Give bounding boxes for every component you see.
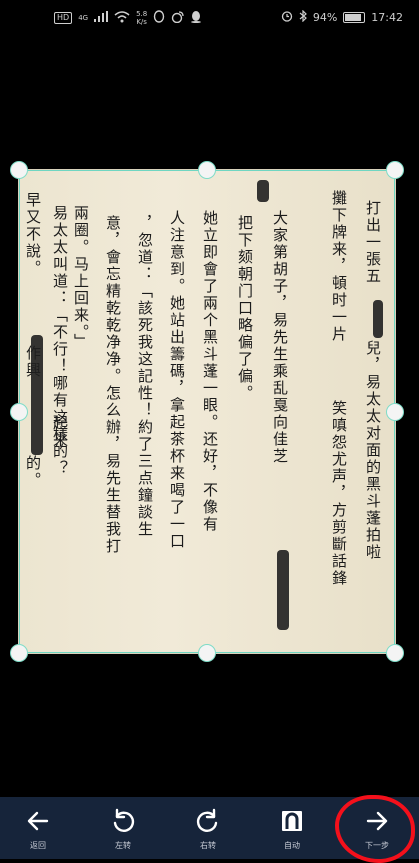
crop-handle-middle-right[interactable]: [386, 402, 404, 421]
status-right: 94% 17:42: [281, 9, 403, 25]
text-column-8: 意，會忘精乾乾净净。怎么辦，易先生替我打: [104, 215, 122, 555]
crop-handle-middle-left[interactable]: [10, 402, 28, 421]
speed-value: 5.8: [136, 10, 148, 18]
text-column-6: 人注意到。她站出籌碼，拿起茶杯来喝了一口: [168, 210, 186, 550]
next-step-label: 下一步: [365, 841, 389, 850]
signal-icon: [94, 11, 109, 25]
crop-handle-bottom-right[interactable]: [386, 644, 404, 662]
text-column-1-lower: 兒，易太太对面的黑斗蓬拍啦: [364, 340, 382, 561]
text-column-11-end: 的。: [24, 455, 42, 489]
alarm-icon: [281, 10, 293, 25]
rotate-right-label: 右转: [200, 841, 216, 850]
bluetooth-icon: [299, 9, 307, 25]
auto-crop-label: 自动: [284, 841, 300, 850]
ink-blot: [277, 550, 289, 630]
hd-badge: HD: [54, 12, 73, 24]
arrow-right-icon: [366, 811, 388, 831]
penguin-icon: [153, 10, 165, 26]
ink-blot: [373, 300, 383, 338]
document-image: 打出一張五 兒，易太太对面的黑斗蓬拍啦 攤下牌来，頓时一片 笑嗔怨尤声，方剪斷話…: [19, 170, 395, 653]
crop-handle-top-left[interactable]: [10, 161, 28, 179]
qq-icon: [190, 10, 202, 26]
text-column-9: 兩圈。马上回来。」: [72, 205, 90, 351]
crop-handle-bottom-center[interactable]: [198, 644, 216, 662]
network-type: 4G: [78, 14, 89, 22]
text-column-2: 攤下牌来，頓时一片: [330, 190, 348, 343]
rotate-left-icon: [113, 808, 135, 832]
text-column-10-lower: 起来: [51, 415, 69, 449]
text-column-5: 她立即會了兩个黑斗蓬一眼。还好，不像有: [201, 210, 219, 533]
auto-crop-icon: [282, 811, 302, 831]
back-label: 返回: [30, 841, 46, 850]
battery-percent: 94%: [312, 11, 338, 24]
network-speed: 5.8 K/s: [136, 10, 147, 26]
text-column-7: ，忽道：「該死我这記性！約了三点鐘談生: [136, 215, 154, 538]
crop-handle-top-right[interactable]: [386, 161, 404, 179]
text-column-4: 把下颏朝门口略偏了偏。: [236, 215, 254, 402]
status-left: HD 4G 5.8 K/s: [54, 10, 202, 26]
text-column-2-lower: 笑嗔怨尤声，方剪斷話鋒: [330, 400, 348, 587]
wifi-icon: [114, 10, 130, 26]
text-column-1: 打出一張五: [364, 200, 382, 285]
crop-handle-top-center[interactable]: [198, 161, 216, 179]
weibo-icon: [171, 10, 184, 26]
next-step-button[interactable]: 下一步: [347, 797, 407, 859]
battery-icon: [343, 12, 366, 23]
arrow-left-icon: [27, 811, 49, 831]
text-column-11: 早又不說。: [24, 192, 42, 277]
bottom-toolbar: 返回 左转 右转 自动 下一步: [0, 797, 419, 859]
speed-unit: K/s: [136, 18, 147, 26]
rotate-left-button[interactable]: 左转: [93, 797, 153, 859]
rotate-right-button[interactable]: 右转: [178, 797, 238, 859]
battery-fill: [345, 14, 362, 21]
auto-crop-button[interactable]: 自动: [262, 797, 322, 859]
back-button[interactable]: 返回: [8, 797, 68, 859]
ink-blot: [257, 180, 269, 202]
ink-blot: [31, 335, 43, 455]
rotate-left-label: 左转: [115, 841, 131, 850]
status-bar: HD 4G 5.8 K/s 94% 17:42: [0, 0, 419, 38]
rotate-right-icon: [196, 808, 218, 832]
crop-handle-bottom-left[interactable]: [10, 644, 28, 662]
clock: 17:42: [371, 11, 403, 24]
crop-area[interactable]: 打出一張五 兒，易太太对面的黑斗蓬拍啦 攤下牌来，頓时一片 笑嗔怨尤声，方剪斷話…: [10, 161, 404, 662]
text-column-3: 大家第胡子，易先生乘乱戛向佳芝: [271, 210, 289, 465]
